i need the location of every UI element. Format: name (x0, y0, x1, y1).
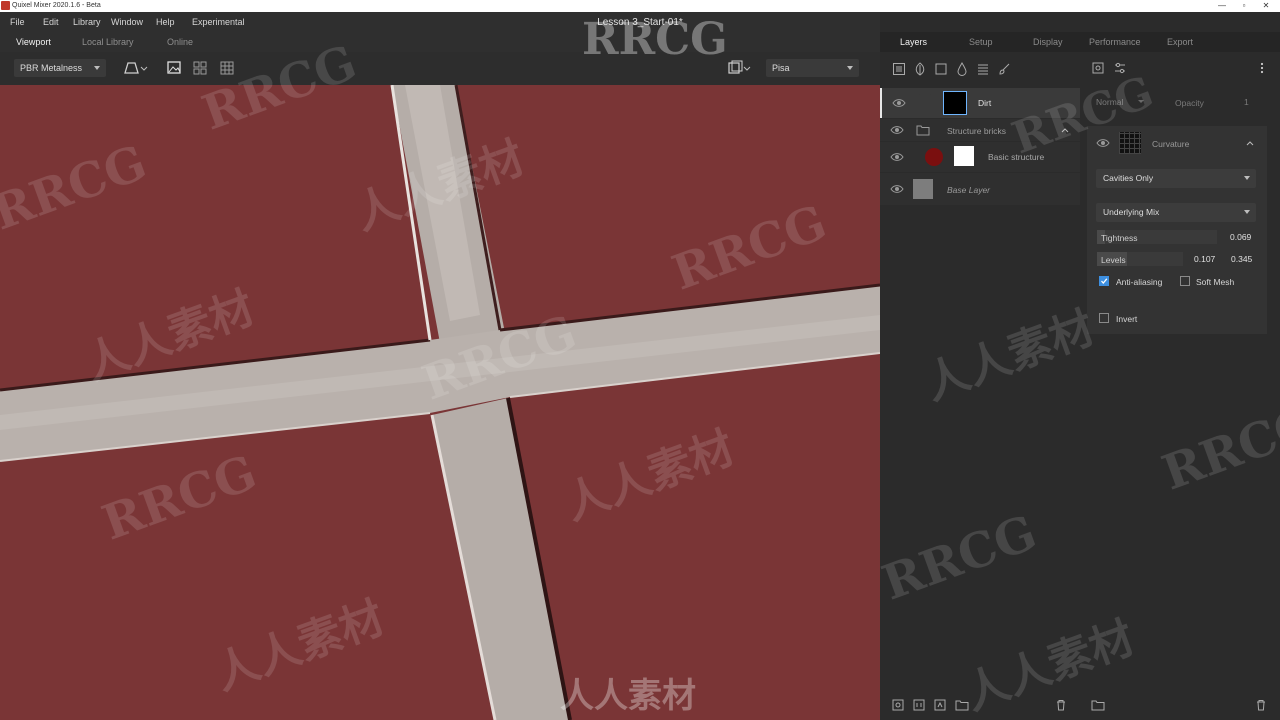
close-button[interactable]: ✕ (1256, 1, 1276, 11)
viewport-toolbar: PBR Metalness Pisa (0, 52, 880, 85)
add-layer-icon[interactable] (892, 62, 906, 76)
cavity-mode-dropdown[interactable]: Cavities Only (1096, 169, 1256, 188)
anti-aliasing-checkbox[interactable] (1099, 276, 1109, 286)
leaf-icon[interactable] (913, 62, 927, 76)
layers-list-icon[interactable] (976, 62, 990, 76)
chevron-down-icon (1244, 176, 1250, 180)
eye-icon[interactable] (890, 123, 904, 137)
component-name: Curvature (1152, 139, 1190, 149)
chevron-down-icon (847, 66, 853, 70)
trash-icon[interactable] (1054, 698, 1068, 712)
tab-local-library[interactable]: Local Library (82, 32, 134, 52)
layer-swatch-dirt[interactable] (915, 93, 935, 113)
eye-icon[interactable] (892, 96, 906, 110)
eye-icon[interactable] (890, 150, 904, 164)
soft-mesh-label: Soft Mesh (1196, 277, 1235, 287)
target-icon[interactable] (1091, 61, 1105, 75)
document-title: Lesson 3_Start-01* (597, 17, 683, 28)
tab-viewport[interactable]: Viewport (16, 32, 51, 52)
chevron-down-icon[interactable] (1136, 98, 1146, 106)
check-icon (1101, 278, 1108, 284)
invert-checkbox[interactable] (1099, 313, 1109, 323)
levels-min-value[interactable]: 0.107 (1194, 254, 1215, 264)
opacity-value[interactable]: 1 (1244, 97, 1249, 107)
tab-export[interactable]: Export (1167, 32, 1193, 52)
material-mode-value: PBR Metalness (20, 63, 83, 73)
layer-name: Base Layer (947, 185, 990, 195)
3d-viewport[interactable] (0, 85, 880, 720)
layer-swatch-basic-structure[interactable] (925, 148, 943, 166)
folder-icon[interactable] (1091, 698, 1105, 712)
viewport-render (0, 85, 880, 720)
chevron-down-icon (94, 66, 100, 70)
layer-row-structure-bricks[interactable]: Structure bricks (880, 119, 1080, 141)
more-options-icon[interactable] (1257, 61, 1267, 75)
layer-name: Basic structure (988, 152, 1045, 162)
tab-performance[interactable]: Performance (1089, 32, 1141, 52)
tightness-value[interactable]: 0.069 (1230, 232, 1251, 242)
layer-name: Dirt (978, 98, 992, 108)
environment-value: Pisa (772, 63, 790, 73)
maximize-button[interactable]: ▫ (1234, 1, 1254, 11)
app-logo-icon (1, 1, 10, 10)
layer-row-dirt[interactable]: Dirt (880, 88, 1080, 118)
curvature-thumbnail (1119, 132, 1141, 154)
blend-mode-value: Normal (1096, 97, 1124, 107)
mix-mode-value: Underlying Mix (1103, 207, 1160, 217)
layer-row-basic-structure[interactable]: Basic structure (880, 142, 1080, 172)
environment-dropdown[interactable]: Pisa (766, 59, 859, 77)
eye-icon[interactable] (1096, 136, 1110, 150)
levels-label: Levels (1101, 255, 1126, 265)
brush-icon[interactable] (997, 62, 1011, 76)
layer-mask-basic-structure[interactable] (954, 146, 974, 166)
app-title: Quixel Mixer 2020.1.6 - Beta (12, 2, 101, 9)
mix-mode-dropdown[interactable]: Underlying Mix (1096, 203, 1256, 222)
chevron-up-icon[interactable] (1245, 138, 1255, 148)
curvature-component-card: Curvature Cavities Only Underlying Mix T… (1087, 126, 1267, 334)
image-icon[interactable] (164, 58, 184, 78)
layer-name: Structure bricks (947, 126, 1007, 136)
layers-toolbar (880, 52, 1080, 86)
layer-row-base-layer[interactable]: Base Layer (880, 173, 1080, 205)
drop-icon[interactable] (955, 62, 969, 76)
minimize-button[interactable]: — (1212, 1, 1232, 11)
chevron-down-icon (1244, 210, 1250, 214)
grid-large-icon[interactable] (217, 58, 237, 78)
new-layer-icon[interactable] (891, 698, 905, 712)
layout-icon[interactable] (724, 58, 752, 78)
right-tab-bar: Layers Setup Display Performance Export (880, 32, 1280, 52)
sliders-icon[interactable] (1113, 61, 1127, 75)
perspective-icon[interactable] (120, 58, 148, 78)
opacity-label: Opacity (1175, 98, 1204, 108)
invert-label: Invert (1116, 314, 1138, 324)
cavity-mode-value: Cavities Only (1103, 173, 1154, 183)
levels-max-value[interactable]: 0.345 (1231, 254, 1252, 264)
folder-icon[interactable] (955, 698, 969, 712)
soft-mesh-checkbox[interactable] (1180, 276, 1190, 286)
material-mode-dropdown[interactable]: PBR Metalness (14, 59, 106, 77)
eye-icon[interactable] (890, 182, 904, 196)
anti-aliasing-label: Anti-aliasing (1116, 277, 1163, 287)
grid-small-icon[interactable] (190, 58, 210, 78)
blend-mode-dropdown[interactable]: Normal (1096, 97, 1123, 107)
tab-layers[interactable]: Layers (900, 32, 927, 52)
chevron-up-icon[interactable] (1060, 125, 1070, 135)
tab-online[interactable]: Online (167, 32, 193, 52)
window-title-bar: Quixel Mixer 2020.1.6 - Beta — ▫ ✕ (0, 0, 1280, 12)
layer-mask-dirt[interactable] (943, 91, 967, 115)
trash-icon[interactable] (1254, 698, 1268, 712)
square-icon[interactable] (934, 62, 948, 76)
tightness-label: Tightness (1101, 233, 1138, 243)
add-mask-icon[interactable] (912, 698, 926, 712)
add-fill-icon[interactable] (933, 698, 947, 712)
layer-swatch-base-layer[interactable] (913, 179, 933, 199)
tab-display[interactable]: Display (1033, 32, 1063, 52)
folder-icon (916, 125, 930, 136)
tab-setup[interactable]: Setup (969, 32, 993, 52)
left-tab-bar: Viewport Local Library Online (0, 32, 880, 52)
